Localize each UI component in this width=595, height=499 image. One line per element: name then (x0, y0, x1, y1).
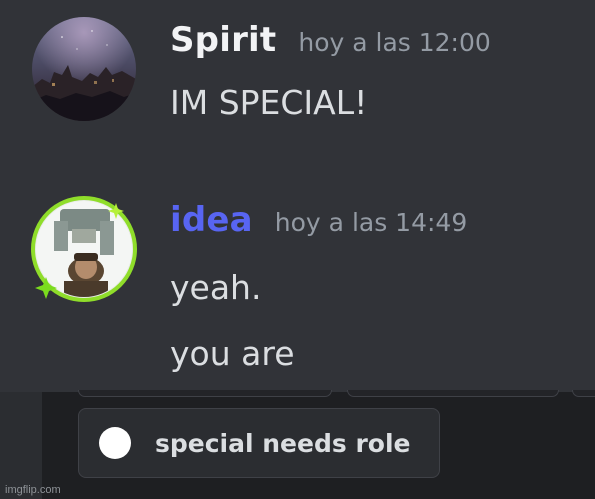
chat-messages: Spirit hoy a las 12:00 IM SPECIAL! idea … (0, 0, 595, 392)
timestamp: hoy a las 12:00 (298, 28, 491, 57)
role-tab[interactable] (347, 390, 559, 397)
author-line: Spirit hoy a las 12:00 (170, 20, 491, 60)
username[interactable]: idea (170, 200, 253, 240)
timestamp: hoy a las 14:49 (274, 208, 468, 237)
role-color-dot (99, 427, 131, 459)
role-pill[interactable]: special needs role (78, 408, 440, 478)
username[interactable]: Spirit (170, 20, 276, 60)
message-idea: idea hoy a las 14:49 yeah. you are (0, 180, 595, 392)
role-tab[interactable] (572, 390, 595, 397)
avatar[interactable] (32, 17, 136, 121)
watermark: imgflip.com (5, 484, 61, 496)
avatar-with-decoration[interactable] (28, 193, 140, 305)
night-sky-city-icon (32, 17, 136, 121)
message-text: IM SPECIAL! (170, 83, 368, 122)
message-text: yeah. (170, 268, 262, 307)
role-panel: special needs role imgflip.com (0, 390, 595, 499)
message-text: you are (170, 334, 295, 373)
author-line: idea hoy a las 14:49 (170, 200, 467, 240)
pirate-avatar-icon (31, 196, 137, 302)
message-spirit: Spirit hoy a las 12:00 IM SPECIAL! (0, 0, 595, 170)
side-strip (0, 392, 42, 499)
role-tab[interactable] (78, 390, 332, 397)
role-label: special needs role (155, 428, 411, 458)
